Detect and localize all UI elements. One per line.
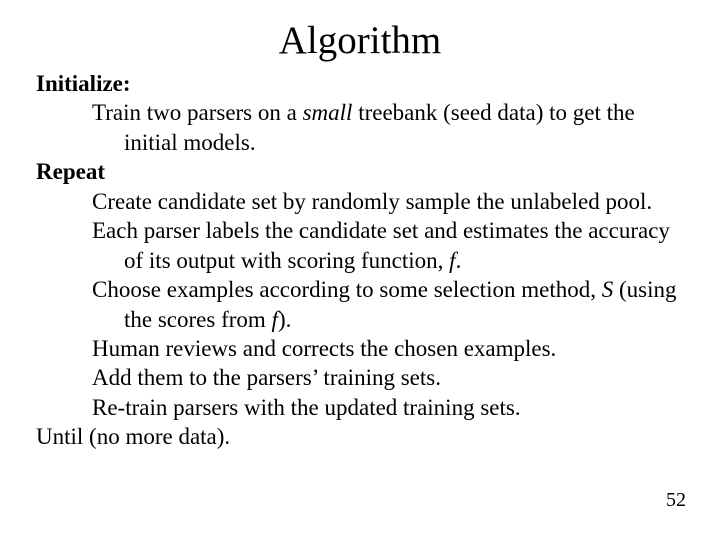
repeat-label: Repeat [36, 157, 686, 186]
repeat-step: Choose examples according to some select… [64, 275, 686, 334]
text-italic: small [303, 100, 353, 125]
initialize-step: Train two parsers on a small treebank (s… [64, 98, 686, 157]
text: . [456, 248, 462, 273]
text: Each parser labels the candidate set and… [92, 218, 670, 272]
page-number: 52 [666, 489, 686, 512]
text: Choose examples according to some select… [92, 277, 602, 302]
repeat-step: Add them to the parsers’ training sets. [64, 363, 686, 392]
text-italic: S [602, 277, 614, 302]
repeat-step: Human reviews and corrects the chosen ex… [64, 334, 686, 363]
repeat-step: Create candidate set by randomly sample … [64, 187, 686, 216]
text: ). [278, 307, 291, 332]
initialize-label: Initialize: [36, 69, 686, 98]
slide-title: Algorithm [0, 0, 720, 69]
repeat-step: Re-train parsers with the updated traini… [64, 393, 686, 422]
slide-body: Initialize: Train two parsers on a small… [0, 69, 720, 452]
repeat-step: Each parser labels the candidate set and… [64, 216, 686, 275]
until-label: Until (no more data). [36, 422, 686, 451]
text: Train two parsers on a [92, 100, 303, 125]
slide: Algorithm Initialize: Train two parsers … [0, 0, 720, 540]
